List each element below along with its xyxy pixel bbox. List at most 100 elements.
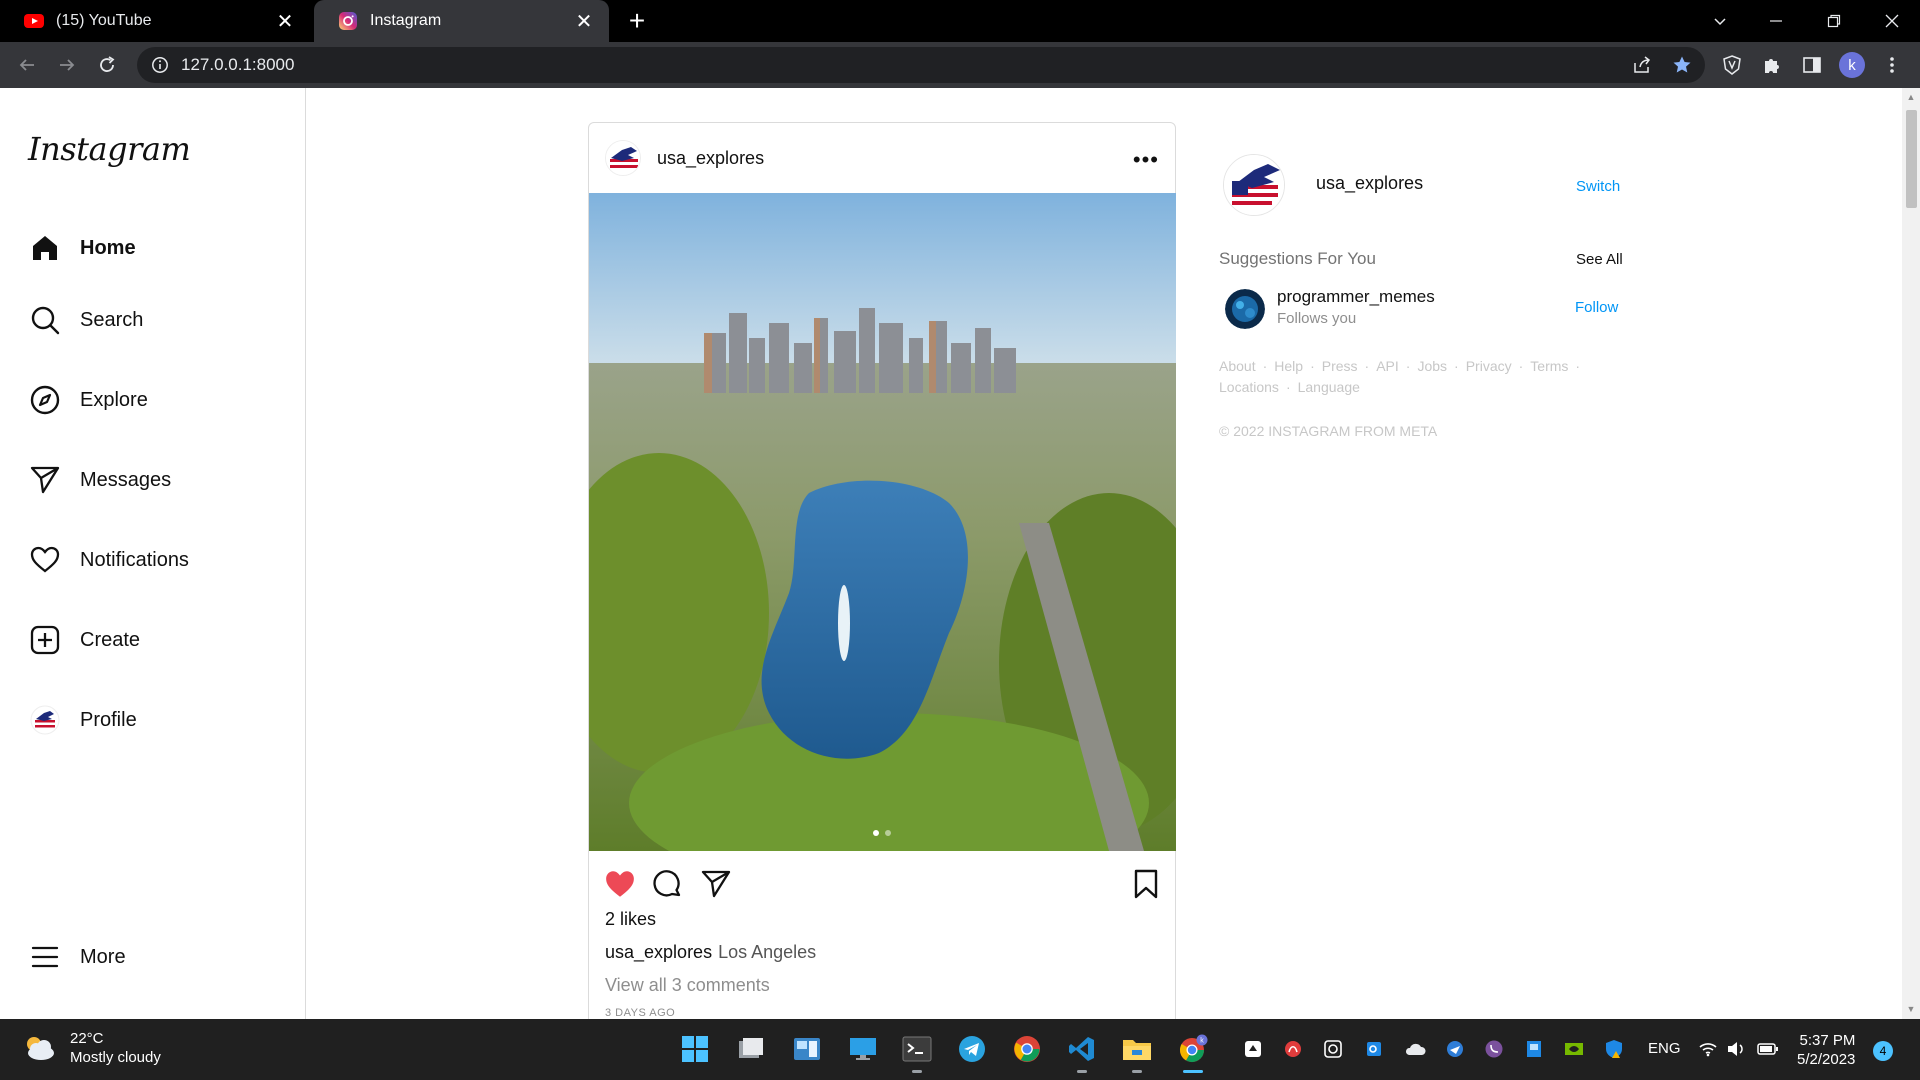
battery-icon[interactable]	[1756, 1037, 1780, 1061]
tray-outlook-icon[interactable]	[1362, 1037, 1386, 1061]
comment-icon[interactable]	[651, 867, 685, 901]
post-image[interactable]	[589, 193, 1176, 851]
chrome-icon[interactable]	[1010, 1032, 1044, 1066]
volume-icon[interactable]	[1724, 1037, 1748, 1061]
footer-link[interactable]: Privacy	[1466, 358, 1512, 374]
onedrive-cloud-icon[interactable]	[1403, 1037, 1427, 1061]
minimize-button[interactable]	[1748, 0, 1804, 42]
tray-camera-icon[interactable]	[1321, 1037, 1345, 1061]
forward-arrow-icon[interactable]	[51, 49, 83, 81]
sidebar-item-explore[interactable]: Explore	[28, 380, 148, 420]
address-bar[interactable]: 127.0.0.1:8000	[137, 47, 1705, 83]
running-indicator	[912, 1070, 922, 1073]
footer-link[interactable]: Jobs	[1417, 358, 1447, 374]
widgets-icon[interactable]	[790, 1032, 824, 1066]
footer-link[interactable]: Help	[1274, 358, 1303, 374]
desktop-monitor-icon[interactable]	[846, 1032, 880, 1066]
task-view-icon[interactable]	[734, 1032, 768, 1066]
sidebar-item-more[interactable]: More	[28, 937, 126, 977]
post-header: usa_explores •••	[589, 123, 1175, 193]
like-heart-icon[interactable]	[603, 867, 637, 901]
scroll-up-arrow-icon[interactable]: ▲	[1906, 92, 1916, 102]
weather-widget[interactable]: 22°C Mostly cloudy	[22, 1029, 161, 1067]
footer-link[interactable]: Press	[1322, 358, 1358, 374]
nvidia-icon[interactable]	[1562, 1037, 1586, 1061]
side-panel-icon[interactable]	[1796, 49, 1828, 81]
heart-icon	[28, 543, 62, 577]
menu-kebab-icon[interactable]	[1876, 49, 1908, 81]
bookmark-star-icon[interactable]	[1666, 49, 1698, 81]
telegram-icon[interactable]	[955, 1032, 989, 1066]
see-all-link[interactable]: See All	[1576, 251, 1623, 268]
notification-badge[interactable]: 4	[1873, 1041, 1893, 1061]
page-scrollbar[interactable]: ▲ ▼	[1902, 88, 1920, 1019]
more-options-icon[interactable]: •••	[1133, 147, 1159, 173]
close-window-button[interactable]	[1864, 0, 1920, 42]
security-shield-icon[interactable]	[1602, 1037, 1626, 1061]
instagram-page: Instagram Home Search Explore Messages N…	[0, 88, 1920, 1019]
back-arrow-icon[interactable]	[11, 49, 43, 81]
tab-youtube[interactable]: (15) YouTube ✕	[0, 0, 310, 42]
current-user-avatar[interactable]	[1223, 154, 1285, 216]
tab-instagram[interactable]: Instagram ✕	[314, 0, 609, 42]
footer-link[interactable]: Locations	[1219, 379, 1279, 395]
file-explorer-icon[interactable]	[1120, 1032, 1154, 1073]
current-username[interactable]: usa_explores	[1316, 173, 1423, 194]
extensions-puzzle-icon[interactable]	[1756, 49, 1788, 81]
instagram-logo[interactable]: Instagram	[28, 130, 191, 168]
vscode-icon[interactable]	[1065, 1032, 1099, 1073]
scrollbar-thumb[interactable]	[1906, 110, 1917, 208]
tray-blue-app-icon[interactable]	[1522, 1037, 1546, 1061]
profile-initial: k	[1839, 52, 1865, 78]
follow-button[interactable]: Follow	[1575, 299, 1618, 316]
info-icon[interactable]	[151, 56, 169, 74]
footer-link[interactable]: Language	[1298, 379, 1360, 395]
system-clock[interactable]: 5:37 PM 5/2/2023	[1797, 1031, 1855, 1069]
share-send-icon[interactable]	[699, 867, 733, 901]
chrome-profile-icon[interactable]: k	[1176, 1032, 1210, 1073]
share-icon[interactable]	[1626, 49, 1658, 81]
suggestion-avatar[interactable]	[1225, 289, 1265, 329]
post-avatar[interactable]	[605, 140, 641, 176]
close-tab-icon[interactable]: ✕	[274, 10, 296, 33]
view-comments-link[interactable]: View all 3 comments	[605, 975, 770, 996]
footer-link[interactable]: Terms	[1530, 358, 1568, 374]
terminal-icon[interactable]	[900, 1032, 934, 1073]
windows-start-icon[interactable]	[678, 1032, 712, 1066]
footer-link[interactable]: About	[1219, 358, 1256, 374]
save-bookmark-icon[interactable]	[1129, 867, 1163, 901]
sidebar-item-search[interactable]: Search	[28, 300, 143, 340]
footer-link[interactable]: API	[1376, 358, 1399, 374]
running-indicator	[1077, 1070, 1087, 1073]
tray-vpn-icon[interactable]	[1443, 1037, 1467, 1061]
switch-account-button[interactable]: Switch	[1576, 178, 1620, 195]
new-tab-button[interactable]: +	[622, 5, 652, 36]
profile-avatar-button[interactable]: k	[1836, 49, 1868, 81]
tab-search-icon[interactable]	[1692, 0, 1748, 42]
suggestion-username[interactable]: programmer_memes	[1277, 287, 1435, 307]
wifi-icon[interactable]	[1696, 1037, 1720, 1061]
caption-username[interactable]: usa_explores	[605, 942, 712, 962]
post-username[interactable]: usa_explores	[657, 148, 764, 169]
sidebar-item-home[interactable]: Home	[28, 228, 136, 268]
language-indicator[interactable]: ENG	[1648, 1040, 1681, 1057]
close-tab-icon[interactable]: ✕	[573, 10, 595, 33]
hamburger-menu-icon	[28, 940, 62, 974]
suggestion-subtitle: Follows you	[1277, 310, 1357, 327]
sidebar-item-profile[interactable]: Profile	[28, 700, 137, 740]
shield-extension-icon[interactable]	[1716, 49, 1748, 81]
sidebar-item-create[interactable]: Create	[28, 620, 140, 660]
sidebar-item-notifications[interactable]: Notifications	[28, 540, 189, 580]
tray-red-app-icon[interactable]	[1281, 1037, 1305, 1061]
likes-count[interactable]: 2 likes	[605, 909, 656, 930]
sidebar-item-label: Create	[80, 628, 141, 651]
restore-button[interactable]	[1806, 0, 1862, 42]
feed-post: usa_explores ••• 2 likes usa_explores Lo…	[588, 122, 1176, 1019]
reload-icon[interactable]	[91, 49, 123, 81]
tray-app-icon[interactable]	[1241, 1037, 1265, 1061]
svg-text:k: k	[1200, 1038, 1204, 1045]
tray-viber-icon[interactable]	[1482, 1037, 1506, 1061]
scroll-down-arrow-icon[interactable]: ▼	[1906, 1004, 1916, 1014]
send-icon	[28, 463, 62, 497]
sidebar-item-messages[interactable]: Messages	[28, 460, 171, 500]
